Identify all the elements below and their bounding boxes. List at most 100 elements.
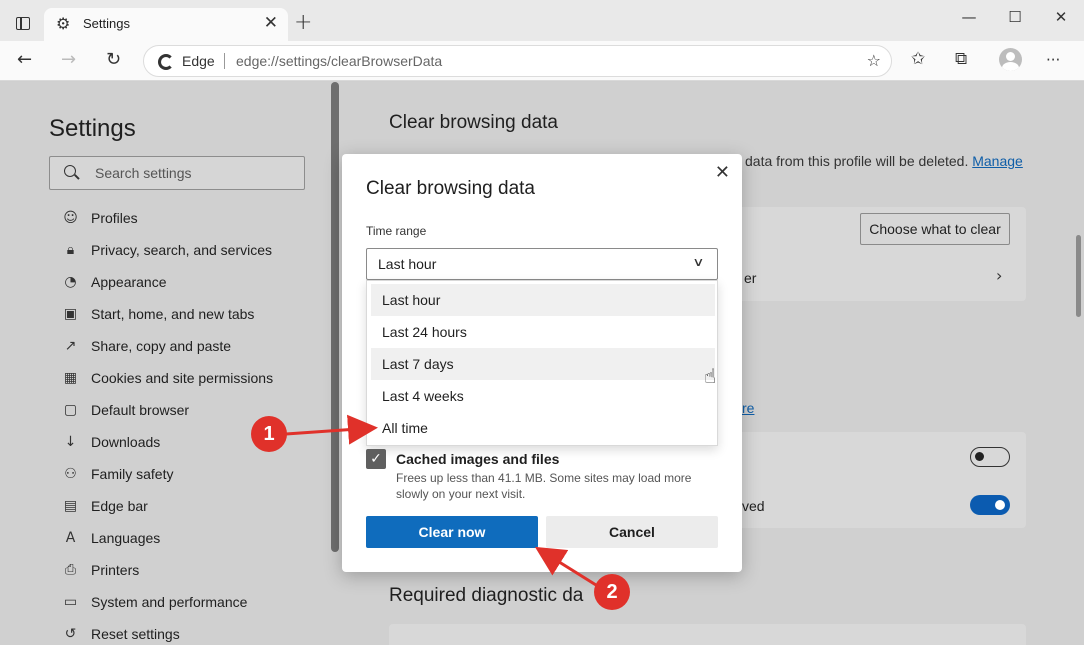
lock-icon: 🔒︎ — [66, 242, 75, 258]
card-row-text: er — [744, 270, 757, 286]
sidebar-item-appearance[interactable]: ◔ Appearance — [62, 268, 322, 300]
sidebar-item-edge-bar[interactable]: ▤ Edge bar — [62, 492, 322, 524]
main-description: data from this profile will be deleted. … — [745, 153, 1023, 169]
sidebar-item-profiles[interactable]: ☺ Profiles — [62, 204, 322, 236]
sidebar-item-label: Profiles — [91, 210, 138, 226]
home-tabs-icon: ▣ — [63, 306, 78, 322]
minimize-button[interactable]: — — [946, 8, 992, 26]
tab-close-icon[interactable]: ✕ — [264, 13, 278, 33]
forward-button[interactable]: → — [61, 49, 76, 70]
toggle-row-text: ved — [742, 498, 765, 514]
sidebar-title: Settings — [49, 115, 136, 142]
main-scrollbar[interactable] — [1076, 235, 1081, 317]
sidebar-item-label: Family safety — [91, 466, 174, 482]
title-bar: ⚙ Settings ✕ + — ☐ ✕ — [0, 0, 1084, 41]
cookie-permissions-icon: ▦ — [63, 370, 78, 386]
option-last-24-hours[interactable]: Last 24 hours — [371, 316, 715, 348]
laptop-icon: ▭ — [63, 594, 78, 610]
edge-logo-icon — [158, 54, 174, 70]
cached-images-checkbox[interactable]: ✓ — [366, 449, 386, 469]
sidebar-item-label: Downloads — [91, 434, 161, 450]
tab-settings[interactable]: ⚙ Settings ✕ — [44, 8, 288, 41]
sidebar-item-label: Cookies and site permissions — [91, 370, 274, 386]
search-placeholder: Search settings — [95, 165, 192, 181]
toggle-on[interactable] — [970, 495, 1010, 515]
sidebar-item-label: Privacy, search, and services — [91, 242, 273, 258]
address-brand: Edge — [182, 53, 215, 69]
checkbox-description: Frees up less than 41.1 MB. Some sites m… — [396, 471, 692, 501]
download-icon: ↓ — [64, 434, 77, 450]
option-all-time[interactable]: All time — [371, 412, 715, 444]
address-url[interactable]: edge://settings/clearBrowserData — [236, 53, 442, 69]
time-range-dropdown: Last hour Last 24 hours Last 7 days Last… — [366, 280, 718, 446]
sidebar-item-label: Languages — [91, 530, 161, 546]
choose-what-to-clear-button[interactable]: Choose what to clear — [860, 213, 1010, 245]
collections-icon[interactable]: ⧉ — [955, 49, 967, 69]
language-icon: A — [65, 530, 76, 546]
required-diagnostic-title: Required diagnostic da — [389, 585, 584, 606]
share-icon: ↗ — [64, 338, 77, 354]
sidebar-item-family-safety[interactable]: ⚇ Family safety — [62, 460, 322, 492]
sidebar-item-printers[interactable]: ⎙ Printers — [62, 556, 322, 588]
search-icon — [64, 165, 76, 177]
clear-browsing-data-dialog: ✕ Clear browsing data Time range Last ho… — [342, 154, 742, 572]
annotation-badge-1: 1 — [251, 416, 287, 452]
more-options-icon[interactable]: ··· — [1046, 51, 1060, 69]
sidebar-item-privacy-search-and-services[interactable]: 🔒︎ Privacy, search, and services — [62, 236, 322, 268]
chevron-right-icon[interactable]: › — [996, 266, 1002, 285]
time-range-value: Last hour — [378, 256, 437, 272]
main-section-title: Clear browsing data — [389, 112, 558, 133]
learn-more-link[interactable]: re — [742, 400, 754, 416]
profile-icon: ☺ — [63, 210, 78, 226]
reset-icon: ↺ — [64, 626, 77, 642]
tab-actions-icon[interactable] — [16, 17, 30, 30]
cancel-button[interactable]: Cancel — [546, 516, 718, 548]
clear-now-button[interactable]: Clear now — [366, 516, 538, 548]
sidebar-scrollbar[interactable] — [331, 82, 339, 552]
sidebar-item-label: Reset settings — [91, 626, 180, 642]
sidebar-item-languages[interactable]: A Languages — [62, 524, 322, 556]
profile-avatar[interactable] — [999, 48, 1022, 71]
sidebar-item-share-copy-and-paste[interactable]: ↗ Share, copy and paste — [62, 332, 322, 364]
sidebar-item-label: Default browser — [91, 402, 190, 418]
edge-bar-icon: ▤ — [63, 498, 78, 514]
maximize-button[interactable]: ☐ — [992, 8, 1038, 26]
sidebar-item-reset-settings[interactable]: ↺ Reset settings — [62, 620, 322, 645]
option-last-hour[interactable]: Last hour — [371, 284, 715, 316]
address-bar[interactable]: Edge edge://settings/clearBrowserData ☆ — [143, 45, 892, 77]
favorites-icon[interactable]: ✩ — [911, 49, 925, 69]
gear-icon: ⚙ — [56, 14, 71, 33]
family-icon: ⚇ — [64, 466, 77, 482]
browser-icon: ▢ — [63, 402, 78, 418]
close-window-button[interactable]: ✕ — [1038, 8, 1084, 26]
time-range-label: Time range — [366, 224, 427, 238]
sidebar-item-label: Share, copy and paste — [91, 338, 232, 354]
address-separator — [224, 53, 225, 69]
toggle-off[interactable] — [970, 447, 1010, 467]
chevron-down-icon: ∨ — [692, 255, 705, 269]
sidebar-item-system-and-performance[interactable]: ▭ System and performance — [62, 588, 322, 620]
close-icon[interactable]: ✕ — [715, 162, 730, 183]
search-settings-input[interactable]: Search settings — [49, 156, 305, 190]
manage-link[interactable]: Manage — [972, 153, 1023, 169]
tab-title: Settings — [83, 16, 130, 31]
new-tab-button[interactable]: + — [294, 10, 312, 35]
time-range-select[interactable]: Last hour ∨ — [366, 248, 718, 280]
annotation-badge-2: 2 — [594, 574, 630, 610]
sidebar-item-label: Appearance — [91, 274, 167, 290]
add-favorite-icon[interactable]: ☆ — [867, 51, 881, 70]
sidebar-item-start-home-and-new-tabs[interactable]: ▣ Start, home, and new tabs — [62, 300, 322, 332]
refresh-button[interactable]: ↻ — [106, 49, 121, 70]
option-last-4-weeks[interactable]: Last 4 weeks — [371, 380, 715, 412]
printer-icon: ⎙ — [64, 562, 77, 578]
diagnostic-card — [389, 624, 1026, 645]
sidebar-item-label: Edge bar — [91, 498, 148, 514]
browser-toolbar: ← → ↻ Edge edge://settings/clearBrowserD… — [0, 41, 1084, 81]
sidebar-item-cookies-and-site-permissions[interactable]: ▦ Cookies and site permissions — [62, 364, 322, 396]
option-last-7-days[interactable]: Last 7 days — [371, 348, 715, 380]
sidebar-item-label: System and performance — [91, 594, 248, 610]
hand-cursor-icon: ☝ — [704, 364, 717, 388]
palette-icon: ◔ — [64, 274, 77, 290]
sidebar-item-label: Printers — [91, 562, 140, 578]
back-button[interactable]: ← — [17, 49, 32, 70]
